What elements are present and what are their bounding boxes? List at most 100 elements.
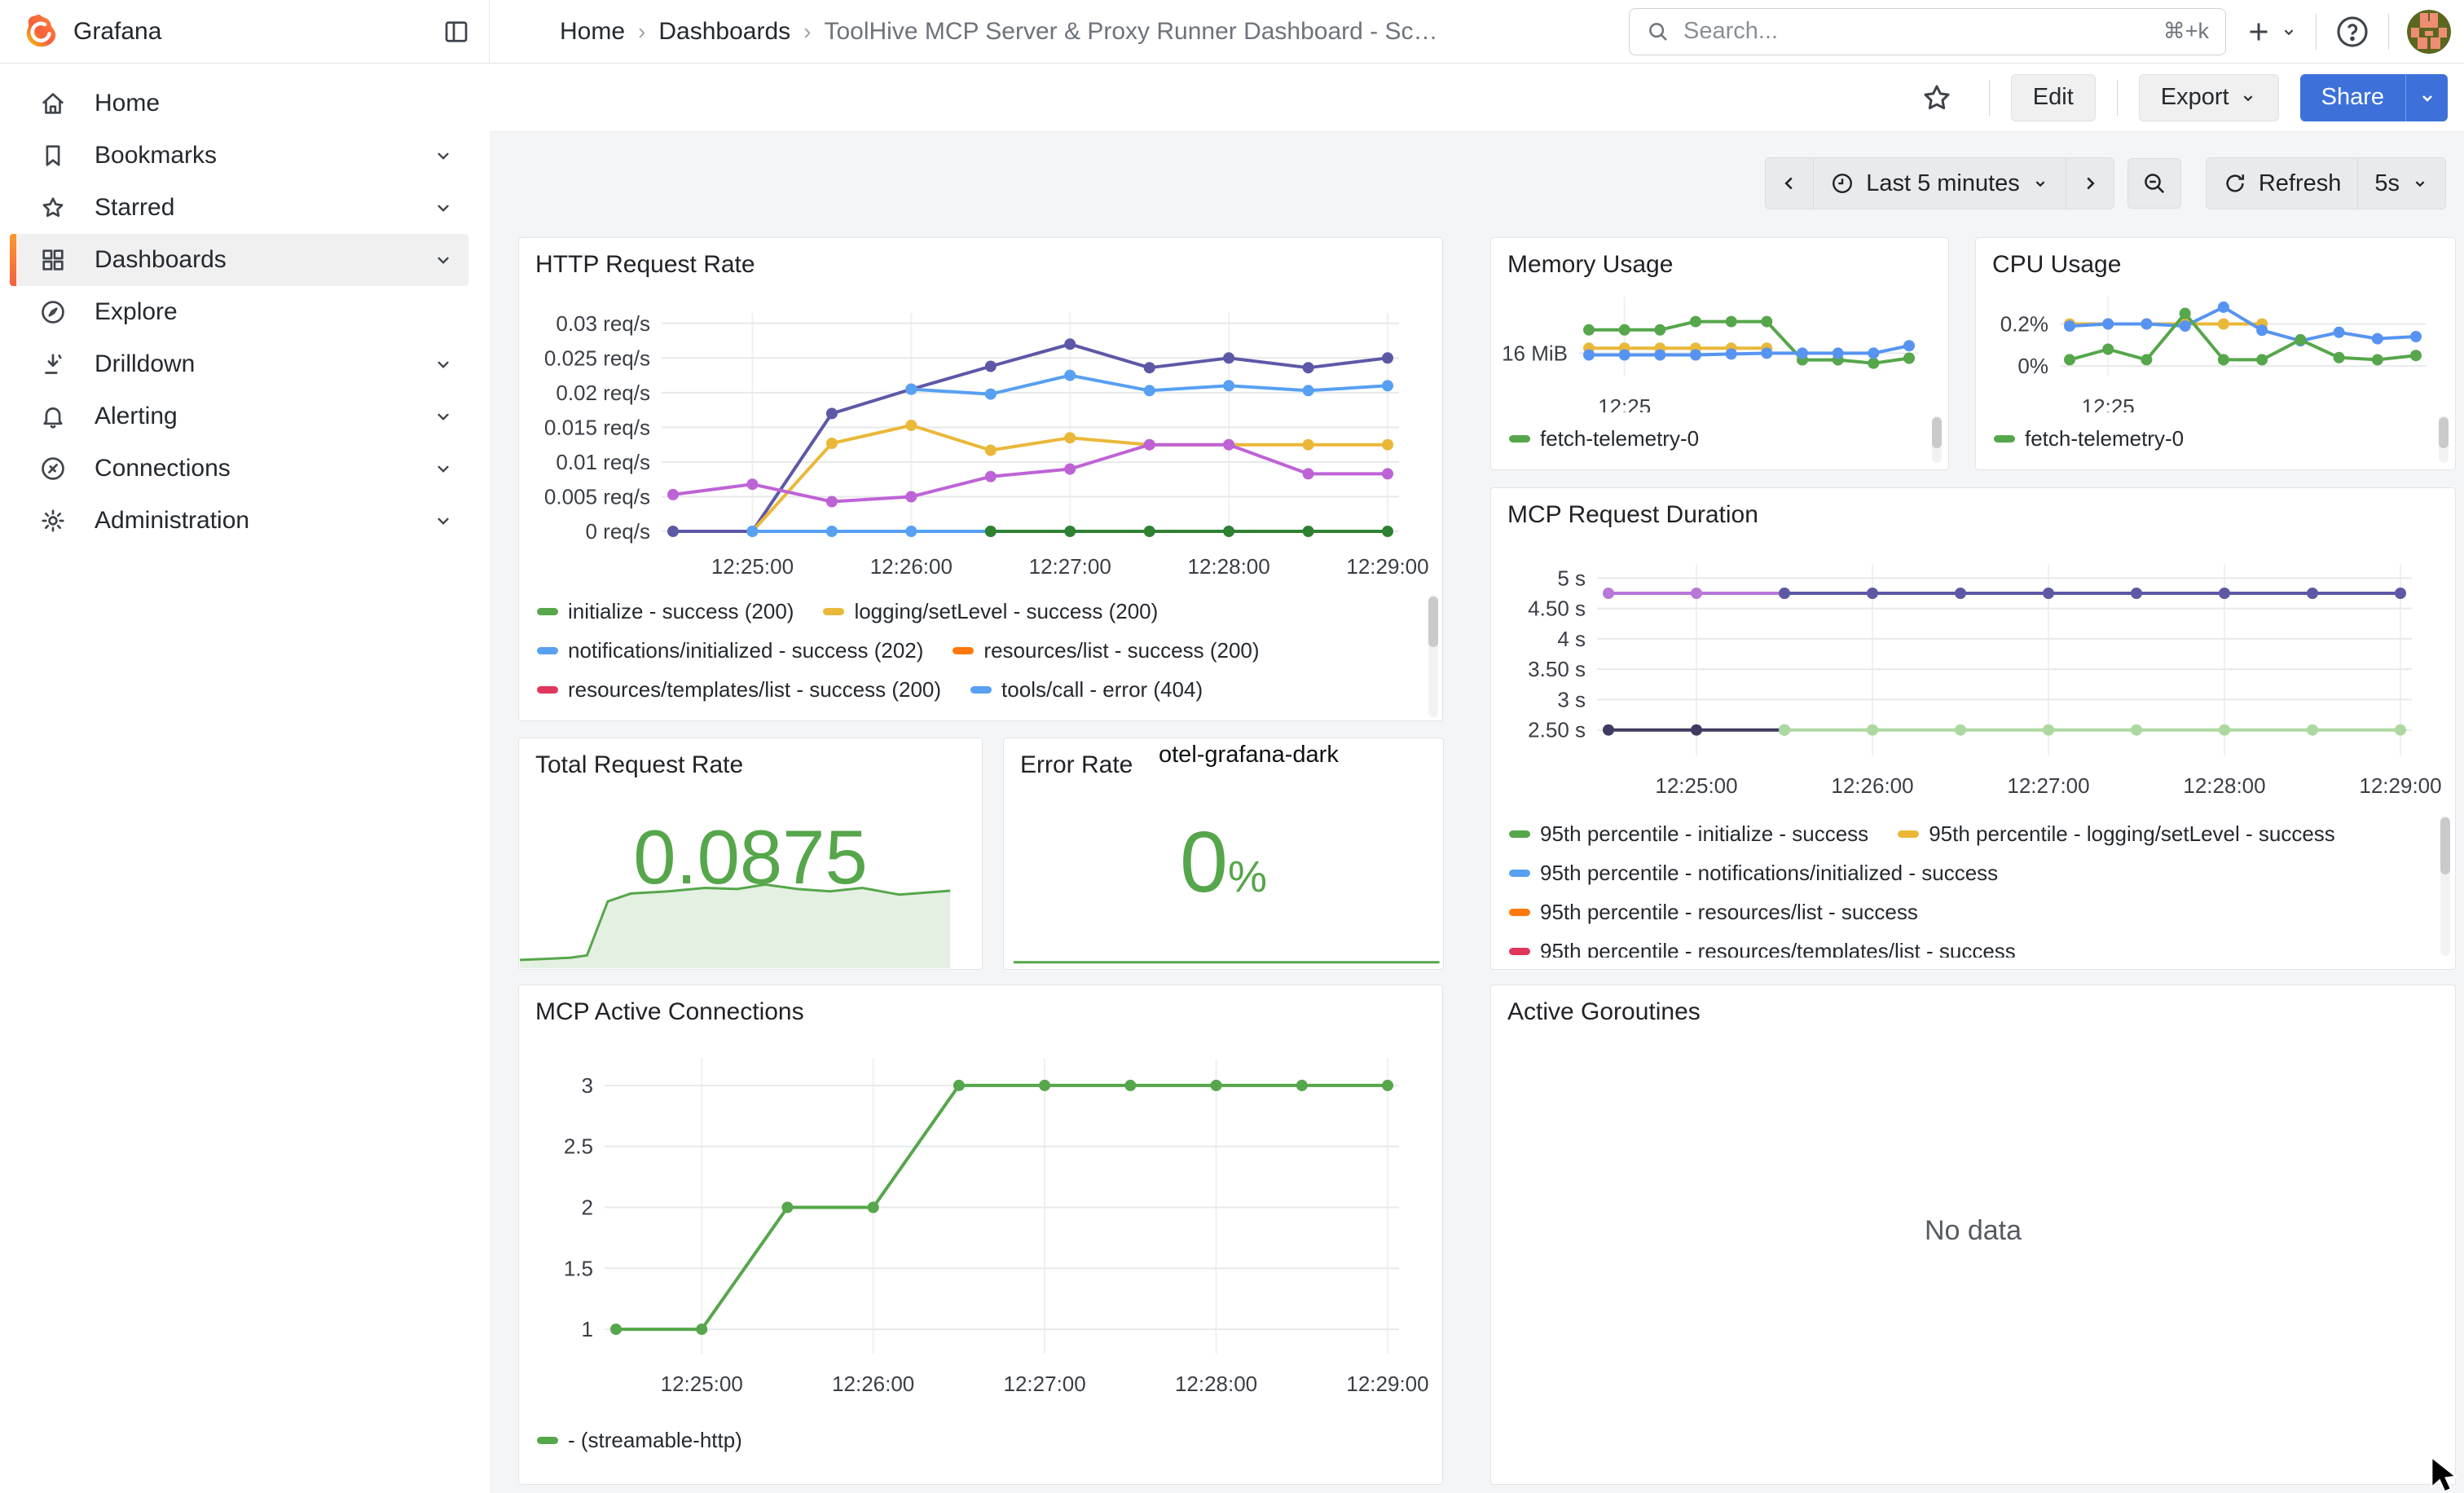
cpu-legend: fetch-telemetry-0 [1994, 419, 2427, 458]
chevron-down-icon[interactable] [433, 510, 454, 531]
http-legend: initialize - success (200) logging/setLev… [537, 592, 1415, 720]
clock-icon [1830, 171, 1855, 196]
time-shift-back-button[interactable] [1766, 158, 1813, 209]
legend-item[interactable]: logging/setLevel - success (200) [823, 599, 1158, 624]
time-shift-forward-button[interactable] [2066, 158, 2114, 209]
legend-scrollbar[interactable] [1932, 417, 1942, 448]
legend-swatch [1994, 435, 2015, 443]
total-request-rate-value: 0.0875 [519, 813, 982, 901]
share-button[interactable]: Share [2300, 74, 2405, 121]
svg-text:0.03 req/s: 0.03 req/s [556, 311, 650, 336]
search-input[interactable] [1682, 17, 2152, 46]
legend-swatch [537, 1437, 558, 1444]
sidebar-item-home[interactable]: Home [10, 77, 469, 130]
sidebar-item-label: Administration [95, 507, 249, 535]
divider [1989, 80, 1990, 116]
legend-item[interactable]: resources/templates/list - success (200) [537, 677, 941, 702]
cpu-usage-chart[interactable]: 0.2%0%12:25 [1982, 284, 2450, 412]
svg-text:0%: 0% [2017, 354, 2048, 378]
memory-usage-chart[interactable]: 16 MiB12:25 [1498, 284, 1943, 412]
chevron-down-icon[interactable] [433, 145, 454, 166]
panel-title[interactable]: MCP Active Connections [519, 985, 1442, 1026]
http-request-rate-chart[interactable]: 0 req/s0.005 req/s0.01 req/s0.015 req/s0… [527, 290, 1436, 590]
chevron-down-icon [2031, 174, 2049, 192]
legend-item[interactable]: fetch-telemetry-0 [1509, 426, 1699, 451]
legend-item[interactable]: 95th percentile - initialize - success [1509, 821, 1868, 847]
legend-item[interactable]: tools/call - success (200) [537, 716, 801, 721]
legend-item[interactable]: resources/list - success (200) [953, 638, 1259, 663]
svg-text:0.01 req/s: 0.01 req/s [556, 450, 650, 474]
refresh-interval-picker[interactable]: 5s [2357, 158, 2445, 209]
grafana-logo[interactable] [21, 13, 59, 51]
export-button[interactable]: Export [2139, 74, 2279, 121]
panel-mcp-request-duration: MCP Request Duration 5 s4.50 s4 s3.50 s3… [1490, 487, 2456, 970]
legend-item[interactable]: 95th percentile - resources/templates/li… [1509, 939, 2016, 958]
sidebar-item-explore[interactable]: Explore [10, 286, 469, 338]
legend-item[interactable]: fetch-telemetry-0 [1994, 426, 2184, 451]
panel-title[interactable]: HTTP Request Rate [519, 238, 1442, 279]
legend-item[interactable]: 95th percentile - resources/list - succe… [1509, 900, 1918, 925]
mcp-active-connections-chart[interactable]: 32.521.5112:25:0012:26:0012:27:0012:28:0… [527, 1037, 1436, 1412]
svg-text:12:29:00: 12:29:00 [1346, 1372, 1428, 1396]
legend-scrollbar[interactable] [2440, 817, 2450, 874]
chevron-down-icon[interactable] [433, 249, 454, 271]
sidebar-item-drilldown[interactable]: Drilldown [10, 338, 469, 390]
svg-text:12:25: 12:25 [1598, 394, 1651, 412]
legend-scrollbar[interactable] [1428, 597, 1438, 647]
dashboard-toolbar: Edit Export Share [490, 64, 2464, 132]
panel-title[interactable]: Total Request Rate [519, 738, 982, 779]
sidebar-item-connections[interactable]: Connections [10, 443, 469, 495]
breadcrumb-home[interactable]: Home [560, 18, 625, 46]
chevron-down-icon[interactable] [433, 354, 454, 375]
search-box[interactable]: ⌘+k [1629, 8, 2226, 55]
time-range-picker[interactable]: Last 5 minutes [1813, 158, 2066, 209]
sidebar-item-starred[interactable]: Starred [10, 182, 469, 234]
svg-text:12:27:00: 12:27:00 [1029, 554, 1111, 579]
svg-text:12:29:00: 12:29:00 [2359, 773, 2441, 798]
share-split-button: Share [2300, 74, 2448, 121]
edit-button[interactable]: Edit [2011, 74, 2096, 121]
panel-title[interactable]: Active Goroutines [1491, 985, 2455, 1026]
sidebar-item-administration[interactable]: Administration [10, 495, 469, 547]
panel-title[interactable]: Memory Usage [1491, 238, 1948, 279]
home-icon [39, 90, 67, 117]
panel-title[interactable]: Error Rate [1004, 738, 1149, 779]
legend-item[interactable]: tools/call - error (404) [970, 677, 1203, 702]
svg-text:1.5: 1.5 [564, 1256, 593, 1280]
sidebar-item-bookmarks[interactable]: Bookmarks [10, 130, 469, 182]
sidebar-toggle-icon[interactable] [442, 17, 471, 46]
legend-item[interactable]: notifications/initialized - success (202… [537, 638, 923, 663]
refresh-icon [2223, 171, 2247, 196]
panel-title[interactable]: MCP Request Duration [1491, 488, 2455, 529]
chevron-down-icon[interactable] [433, 458, 454, 479]
plug-icon [39, 455, 67, 482]
legend-item[interactable]: 95th percentile - notifications/initiali… [1509, 861, 1998, 886]
star-dashboard-button[interactable] [1921, 81, 1953, 114]
refresh-button[interactable]: Refresh [2207, 158, 2358, 209]
share-menu-button[interactable] [2405, 74, 2448, 121]
help-button[interactable] [2334, 14, 2370, 50]
chevron-down-icon[interactable] [433, 406, 454, 427]
avatar[interactable] [2407, 10, 2451, 54]
legend-item[interactable]: initialize - success (200) [537, 599, 794, 624]
legend-item[interactable]: unknown - success (200) [1118, 716, 1384, 721]
svg-text:12:27:00: 12:27:00 [2007, 773, 2089, 798]
sidebar-item-alerting[interactable]: Alerting [10, 390, 469, 443]
legend-swatch [537, 686, 558, 694]
brand-title: Grafana [73, 18, 161, 46]
mcp-request-duration-chart[interactable]: 5 s4.50 s4 s3.50 s3 s2.50 s12:25:0012:26… [1499, 540, 2449, 809]
zoom-out-time-button[interactable] [2127, 158, 2181, 209]
sidebar-item-dashboards[interactable]: Dashboards [10, 234, 469, 286]
legend-item[interactable]: 95th percentile - logging/setLevel - suc… [1898, 821, 2335, 847]
legend-scrollbar[interactable] [2439, 417, 2449, 448]
svg-text:0.02 req/s: 0.02 req/s [556, 381, 650, 405]
add-button[interactable] [2244, 17, 2298, 46]
svg-text:0 req/s: 0 req/s [586, 519, 651, 544]
panel-title[interactable]: CPU Usage [1976, 238, 2455, 279]
legend-item[interactable]: tools/list - success (200) [830, 716, 1089, 721]
breadcrumb-dashboards[interactable]: Dashboards [658, 18, 790, 46]
grid-icon [39, 246, 67, 274]
memory-legend: fetch-telemetry-0 [1509, 419, 1921, 458]
legend-item[interactable]: - (streamable-http) [537, 1428, 742, 1453]
chevron-down-icon[interactable] [433, 197, 454, 218]
